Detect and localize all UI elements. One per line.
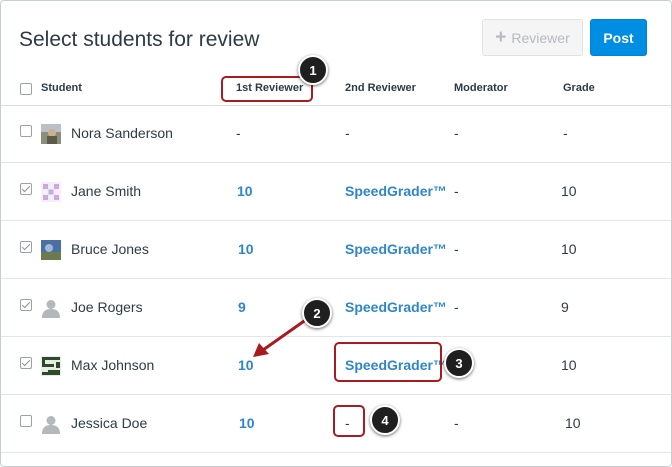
avatar <box>41 414 61 434</box>
row-checkbox[interactable] <box>20 183 32 195</box>
second-reviewer-grade: - <box>345 125 350 141</box>
moderator-cell: - <box>454 415 459 431</box>
student-name: Jessica Doe <box>71 415 148 431</box>
row-checkbox[interactable] <box>20 415 32 427</box>
callout-badge-4: 4 <box>370 405 400 435</box>
callout-badge-1: 1 <box>298 55 328 85</box>
first-reviewer-grade-link[interactable]: 9 <box>238 299 246 315</box>
speedgrader-link[interactable]: SpeedGrader™ <box>345 183 447 199</box>
avatar <box>41 182 61 202</box>
column-header-moderator: Moderator <box>454 82 508 94</box>
plus-icon: + <box>495 27 507 48</box>
first-reviewer-grade-link[interactable]: 10 <box>237 183 253 199</box>
speedgrader-link[interactable]: SpeedGrader™ <box>345 241 447 257</box>
photo-avatar-icon <box>41 124 61 144</box>
table-row: Joe Rogers 9 SpeedGrader™ - 9 <box>1 279 671 337</box>
first-reviewer-grade-link[interactable]: 10 <box>238 241 254 257</box>
speedgrader-link[interactable]: SpeedGrader™ <box>345 299 447 315</box>
moderator-cell: - <box>454 125 459 141</box>
final-grade: 10 <box>561 357 577 373</box>
column-header-student: Student <box>41 82 82 94</box>
page-title: Select students for review <box>19 28 260 51</box>
row-checkbox[interactable] <box>20 299 32 311</box>
table-row: Max Johnson 10 SpeedGrader™ - 10 <box>1 337 671 395</box>
maze-avatar-icon <box>41 356 61 376</box>
final-grade: 10 <box>561 241 577 257</box>
post-button[interactable]: Post <box>590 19 647 56</box>
avatar <box>41 124 61 144</box>
speedgrader-link[interactable]: SpeedGrader™ <box>345 357 447 373</box>
select-all-checkbox[interactable] <box>20 83 32 95</box>
first-reviewer-grade-link[interactable]: 10 <box>238 357 254 373</box>
final-grade: 10 <box>561 183 577 199</box>
final-grade: 10 <box>565 415 581 431</box>
moderator-cell: - <box>454 299 459 315</box>
row-checkbox[interactable] <box>20 125 32 137</box>
callout-badge-2: 2 <box>302 298 332 328</box>
second-reviewer-grade: - <box>345 415 350 431</box>
photo-avatar-icon <box>41 240 61 260</box>
student-name: Nora Sanderson <box>71 125 173 141</box>
first-reviewer-grade: - <box>236 125 241 141</box>
table-row: Jessica Doe 10 - - 10 <box>1 395 671 453</box>
column-header-first-reviewer: 1st Reviewer <box>236 82 304 94</box>
student-name: Joe Rogers <box>71 299 143 315</box>
avatar <box>41 240 61 260</box>
avatar <box>41 298 61 318</box>
add-reviewer-button[interactable]: + Reviewer <box>482 19 583 56</box>
final-grade: - <box>563 125 568 141</box>
moderator-cell: - <box>454 241 459 257</box>
student-name: Bruce Jones <box>71 241 149 257</box>
column-header-second-reviewer: 2nd Reviewer <box>345 82 416 94</box>
review-panel: Select students for review + Reviewer Po… <box>0 0 672 467</box>
add-reviewer-label: Reviewer <box>511 29 570 46</box>
final-grade: 9 <box>561 299 569 315</box>
column-header-grade: Grade <box>563 82 595 94</box>
table-row: Jane Smith 10 SpeedGrader™ - 10 <box>1 163 671 221</box>
callout-badge-3: 3 <box>444 348 474 378</box>
student-name: Jane Smith <box>71 183 142 199</box>
table-row: Bruce Jones 10 SpeedGrader™ - 10 <box>1 221 671 279</box>
avatar <box>41 356 61 376</box>
row-checkbox[interactable] <box>20 241 32 253</box>
moderator-cell: - <box>454 183 459 199</box>
default-user-icon <box>42 416 60 434</box>
table-header: Student 1st Reviewer 2nd Reviewer Modera… <box>1 71 671 106</box>
row-checkbox[interactable] <box>20 357 32 369</box>
student-name: Max Johnson <box>71 357 155 373</box>
pattern-avatar-icon <box>41 182 61 202</box>
default-user-icon <box>42 300 60 318</box>
first-reviewer-grade-link[interactable]: 10 <box>239 415 255 431</box>
table-row: Nora Sanderson - - - - <box>1 105 671 163</box>
